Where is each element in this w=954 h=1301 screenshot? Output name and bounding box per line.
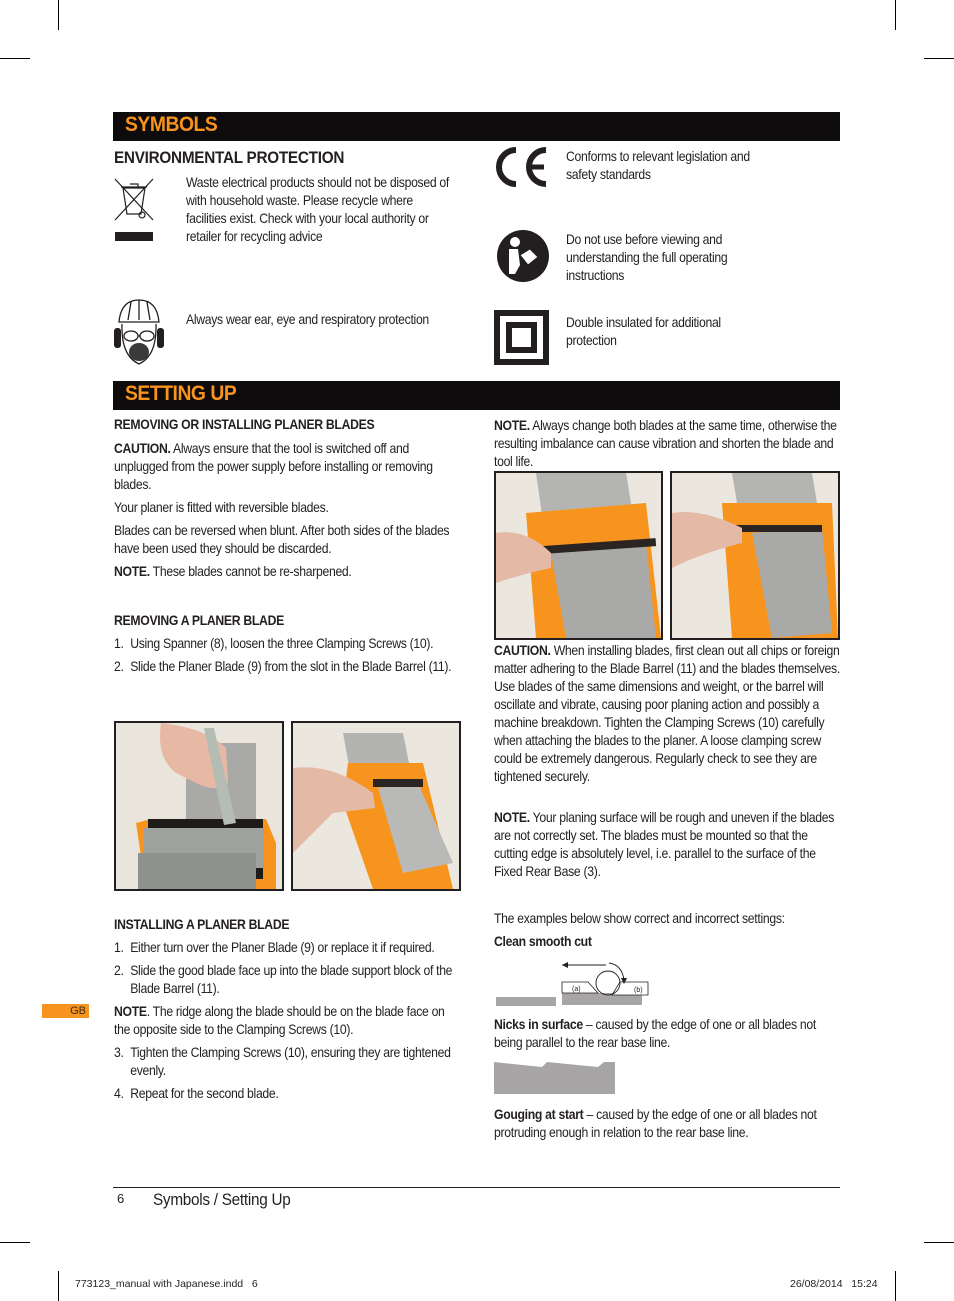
clean-cut-label: Clean smooth cut [494,934,592,949]
photo-removing-blade-2 [291,721,461,891]
caution-label: CAUTION. [494,643,551,658]
caution-label: CAUTION. [114,441,171,456]
list-item: 4. Repeat for the second blade. [114,1085,454,1103]
double-insulated-icon [494,310,549,365]
crop-mark [0,1242,30,1243]
step-number: 2. [114,963,124,978]
slug-filename: 773123_manual with Japanese.indd 6 [75,1278,258,1290]
blunt-paragraph: Blades can be reversed when blunt. After… [114,523,450,556]
caution-paragraph: CAUTION. Always ensure that the tool is … [114,440,454,494]
step-text: Using Spanner (8), loosen the three Clam… [130,636,434,651]
ce-description: Conforms to relevant legislation and saf… [566,149,750,182]
note-label: NOTE. [114,564,150,579]
step-number: 1. [114,940,124,955]
step-text: Slide the good blade face up into the bl… [130,963,453,996]
examples-intro: The examples below show correct and inco… [494,911,785,926]
crop-mark [895,1271,896,1301]
gouging-paragraph: Gouging at start – caused by the edge of… [494,1106,841,1142]
step-number: 2. [114,659,124,674]
step-text: Tighten the Clamping Screws (10), ensuri… [130,1045,451,1078]
right-note-paragraph: NOTE. Always change both blades at the s… [494,417,841,471]
nicks-label: Nicks in surface [494,1017,583,1032]
removing-blade-section: REMOVING A PLANER BLADE 1. Using Spanner … [114,612,454,676]
environmental-protection-heading: ENVIRONMENTAL PROTECTION [114,148,345,167]
note-text: Always change both blades at the same ti… [494,418,837,469]
read-manual-description: Do not use before viewing and understand… [566,232,728,283]
diagram-label-b: (b) [634,987,643,994]
step-text: Either turn over the Planer Blade (9) or… [130,940,435,955]
note-paragraph: NOTE. These blades cannot be re-sharpene… [114,563,454,581]
reversible-paragraph: Your planer is fitted with reversible bl… [114,500,329,515]
footer-section-title: Symbols / Setting Up [153,1190,291,1209]
step-number: 4. [114,1086,124,1101]
right-note2-paragraph: NOTE. Your planing surface will be rough… [494,809,841,881]
crop-mark [0,58,30,59]
note-text: . The ridge along the blade should be on… [114,1004,445,1037]
list-item: 1. Either turn over the Planer Blade (9) … [114,939,454,957]
step-text: Slide the Planer Blade (9) from the slot… [130,659,452,674]
step-text: Repeat for the second blade. [130,1086,279,1101]
weee-description: Waste electrical products should not be … [186,175,449,244]
right-caution-paragraph: CAUTION. When installing blades, first c… [494,642,841,786]
note-label: NOTE. [494,810,530,825]
crop-mark [58,1271,59,1301]
installing-blade-heading: INSTALLING A PLANER BLADE [114,917,290,932]
note-text: Your planing surface will be rough and u… [494,810,835,879]
list-item: 3. Tighten the Clamping Screws (10), ensu… [114,1044,454,1080]
crop-mark [895,0,896,30]
removing-blade-heading: REMOVING A PLANER BLADE [114,613,284,628]
symbols-title: SYMBOLS [125,113,218,136]
crop-mark [924,1242,954,1243]
removing-installing-heading: REMOVING OR INSTALLING PLANER BLADES [114,417,375,432]
slug-date: 26/08/2014 15:24 [790,1278,878,1290]
installing-blade-section: INSTALLING A PLANER BLADE 1. Either turn … [114,916,454,1103]
ce-mark-icon [494,146,550,188]
ridge-note-paragraph: NOTE. The ridge along the blade should b… [114,1003,454,1039]
footer-rule [113,1187,840,1188]
list-item: 2. Slide the Planer Blade (9) from the sl… [114,658,454,676]
ppe-head-icon [113,298,165,368]
language-tab: GB [42,1004,89,1018]
step-number: 1. [114,636,124,651]
step-number: 3. [114,1045,124,1060]
setting-up-title: SETTING UP [125,382,237,405]
diagram-label-a: (a) [572,986,581,993]
weee-bin-icon [113,176,155,242]
crop-mark [58,0,59,30]
photo-changing-blades-2 [670,471,840,640]
read-manual-icon [496,229,550,283]
list-item: 1. Using Spanner (8), loosen the three Cl… [114,635,454,653]
double-insulated-description: Double insulated for additional protecti… [566,315,721,348]
ppe-description: Always wear ear, eye and respiratory pro… [186,312,429,327]
list-item: 2. Slide the good blade face up into the … [114,962,454,998]
language-tab-label: GB [70,1005,86,1017]
left-column-top: REMOVING OR INSTALLING PLANER BLADES CAU… [114,416,454,581]
clean-cut-diagram: (a) (b) [494,955,654,1007]
caution-text: When installing blades, first clean out … [494,643,840,784]
note-text: These blades cannot be re-sharpened. [149,564,352,579]
page-number: 6 [117,1191,125,1206]
gouging-label: Gouging at start [494,1107,584,1122]
photo-changing-blades-1 [494,471,663,640]
note-label: NOTE [114,1004,147,1019]
photo-removing-blade-1 [114,721,284,891]
crop-mark [924,58,954,59]
setting-up-section-header: SETTING UP [113,381,840,410]
symbols-section-header: SYMBOLS [113,112,840,141]
nicks-paragraph: Nicks in surface – caused by the edge of… [494,1016,841,1052]
note-label: NOTE. [494,418,530,433]
nicks-diagram [494,1060,616,1096]
